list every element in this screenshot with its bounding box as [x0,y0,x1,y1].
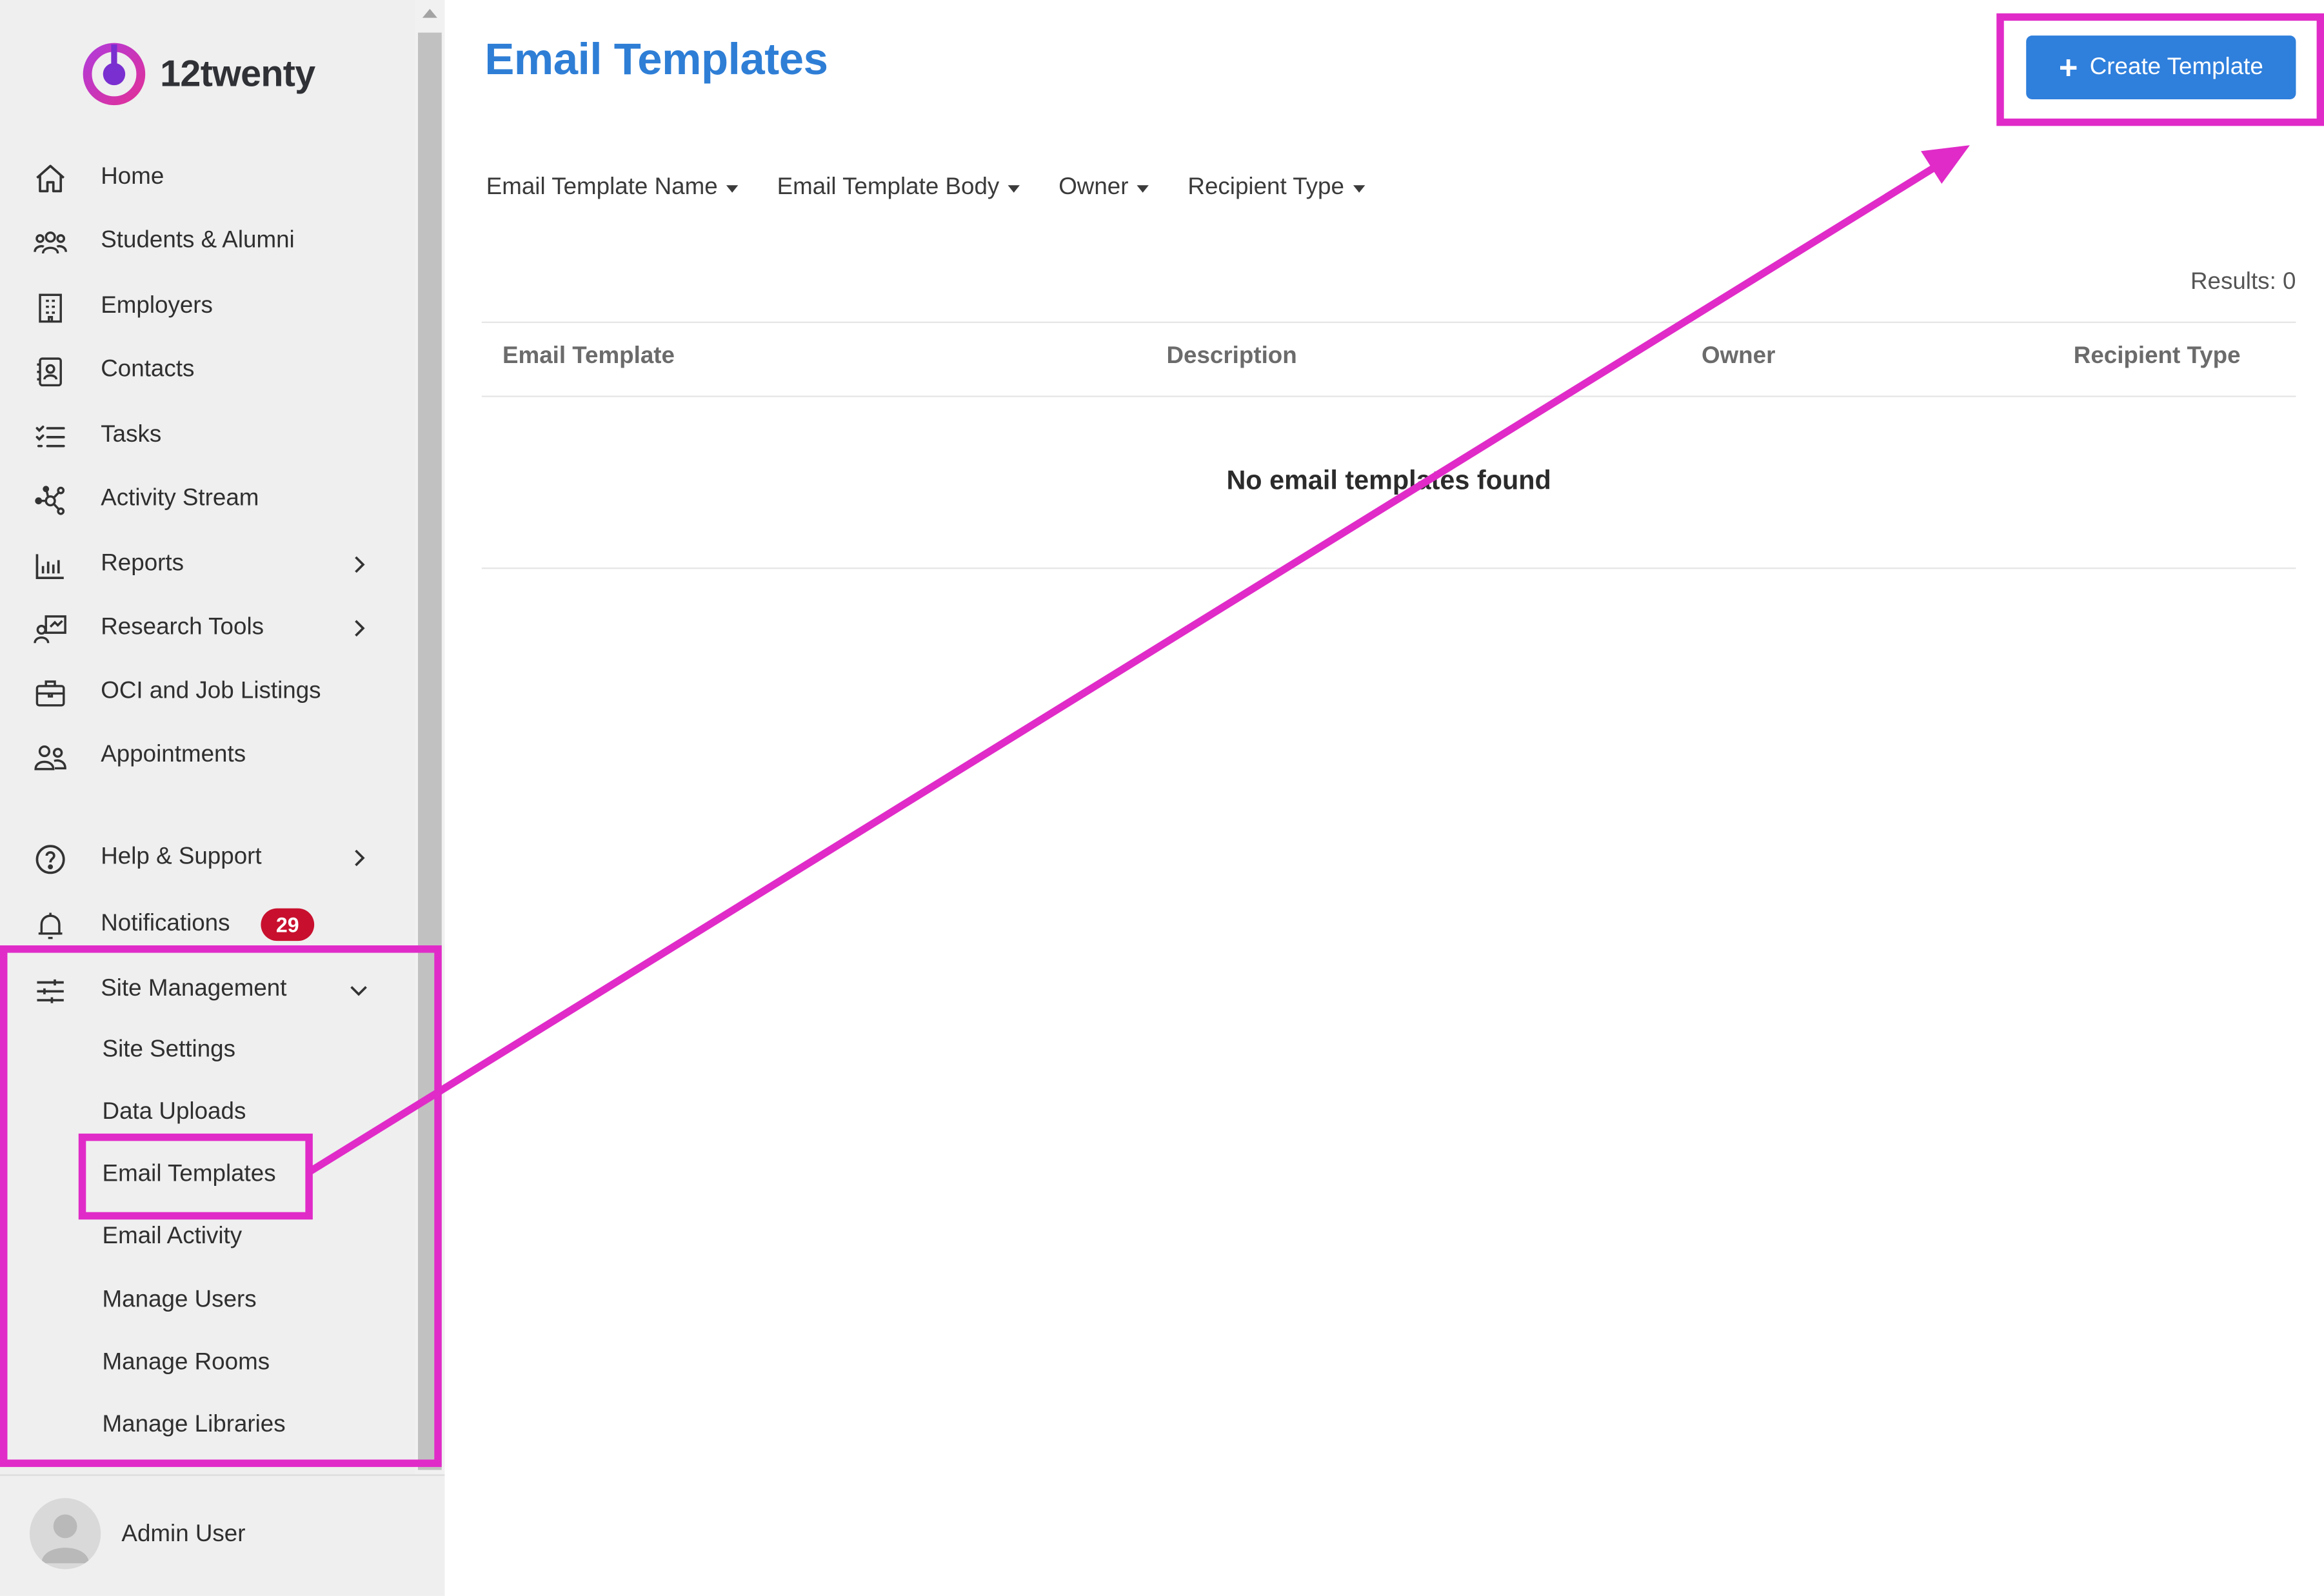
nav-label-activity-stream: Activity Stream [101,486,259,511]
sidebar: 12twenty Home Students & Alumni Employer… [0,0,445,1596]
page-title: Email Templates [484,35,828,84]
nav-item-help-support[interactable]: Help & Support [0,829,415,888]
filter-label: Email Template Body [777,175,1000,201]
network-icon [33,483,68,518]
nav-item-reports[interactable]: Reports [0,535,415,595]
notification-count-badge: 29 [261,908,315,941]
plus-icon: + [2058,48,2078,86]
sidebar-scrollbar[interactable] [415,0,445,1482]
filter-bar: Email Template Name Email Template Body … [486,175,1366,201]
table-divider [481,321,2296,323]
column-header-recipient-type[interactable]: Recipient Type [2074,344,2241,370]
logo-icon [83,43,146,106]
results-count: Results: 0 [2190,270,2296,295]
people-group-icon [33,225,68,261]
chevron-right-icon [347,616,371,640]
filter-recipient-type[interactable]: Recipient Type [1187,175,1366,201]
nav-item-activity-stream[interactable]: Activity Stream [0,469,415,529]
nav-label-research-tools: Research Tools [101,615,264,640]
research-icon [33,612,68,647]
filter-label: Recipient Type [1187,175,1344,201]
filter-label: Email Template Name [486,175,718,201]
filter-email-template-name[interactable]: Email Template Name [486,175,739,201]
nav-item-oci-job-listings[interactable]: OCI and Job Listings [0,662,415,722]
building-icon [33,290,68,326]
nav-label-students-alumni: Students & Alumni [101,228,295,253]
subnav-item-site-settings[interactable]: Site Settings [103,1038,235,1064]
nav-item-notifications[interactable]: Notifications 29 [0,895,415,954]
nav-label-appointments: Appointments [101,742,246,768]
filter-label: Owner [1058,175,1129,201]
two-people-icon [33,740,68,775]
table-divider [481,395,2296,397]
subnav-item-email-templates[interactable]: Email Templates [103,1162,276,1188]
nav-item-employers[interactable]: Employers [0,277,415,337]
bar-chart-icon [33,548,68,584]
contact-card-icon [33,354,68,389]
user-name: Admin User [121,1521,246,1548]
user-profile[interactable]: Admin User [0,1474,445,1596]
caret-down-icon [1137,184,1149,192]
nav-label-tasks: Tasks [101,422,162,448]
caret-down-icon [1353,184,1366,192]
nav-label-help-support: Help & Support [101,844,262,870]
nav-item-site-management[interactable]: Site Management [0,960,415,1020]
brand-logo[interactable]: 12twenty [81,41,315,106]
filter-owner[interactable]: Owner [1058,175,1149,201]
create-template-button[interactable]: + Create Template [2026,35,2296,99]
question-circle-icon [33,842,68,877]
sliders-icon [33,974,68,1009]
bell-icon [33,909,68,944]
nav-label-employers: Employers [101,293,213,319]
caret-down-icon [726,184,739,192]
subnav-item-manage-rooms[interactable]: Manage Rooms [103,1350,270,1376]
scroll-up-arrow-icon[interactable] [422,8,437,18]
table-divider [481,567,2296,569]
create-template-label: Create Template [2089,54,2263,79]
checklist-icon [33,419,68,455]
column-header-email-template[interactable]: Email Template [502,344,675,370]
brand-name: 12twenty [160,52,315,94]
chevron-right-icon [347,846,371,870]
nav-label-site-management: Site Management [101,976,287,1002]
filter-email-template-body[interactable]: Email Template Body [777,175,1020,201]
nav-label-notifications: Notifications [101,911,230,937]
nav-label-oci-job-listings: OCI and Job Listings [101,678,321,704]
nav-label-home: Home [101,164,164,190]
avatar [29,1498,101,1570]
scrollbar-thumb[interactable] [418,32,442,1470]
subnav-item-manage-libraries[interactable]: Manage Libraries [103,1412,286,1439]
nav-item-appointments[interactable]: Appointments [0,726,415,785]
nav-item-home[interactable]: Home [0,148,415,208]
briefcase-icon [33,676,68,711]
column-header-owner[interactable]: Owner [1702,344,1775,370]
nav-item-research-tools[interactable]: Research Tools [0,598,415,658]
nav-label-reports: Reports [101,551,184,576]
chevron-right-icon [347,553,371,576]
subnav-item-data-uploads[interactable]: Data Uploads [103,1099,246,1126]
user-avatar-icon [41,1514,89,1564]
chevron-down-icon [347,978,371,1002]
nav-item-students-alumni[interactable]: Students & Alumni [0,212,415,271]
nav-label-contacts: Contacts [101,357,195,382]
empty-state-message: No email templates found [1226,465,1551,495]
column-header-description[interactable]: Description [1166,344,1296,370]
nav-item-tasks[interactable]: Tasks [0,406,415,466]
subnav-item-manage-users[interactable]: Manage Users [103,1288,257,1314]
home-icon [33,161,68,197]
caret-down-icon [1008,184,1020,192]
nav-item-contacts[interactable]: Contacts [0,341,415,400]
subnav-item-email-activity[interactable]: Email Activity [103,1224,243,1250]
